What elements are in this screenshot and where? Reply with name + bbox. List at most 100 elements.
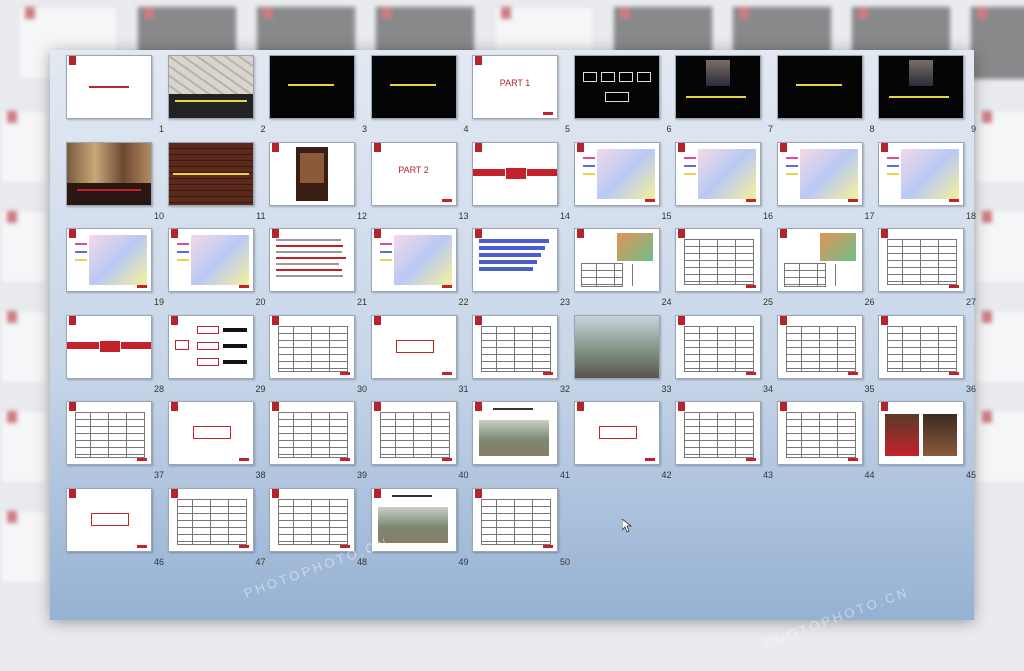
slide-thumbnail-4[interactable] (370, 55, 457, 119)
slide-thumbnail-27[interactable] (878, 228, 964, 292)
slide-thumbnail-23[interactable] (472, 228, 558, 292)
slide-thumbnail-9[interactable] (878, 55, 964, 119)
slide-number: 39 (356, 470, 367, 480)
slide-number: 1 (158, 124, 164, 134)
slide-thumbnail-32[interactable] (472, 314, 558, 379)
slide-number: 33 (661, 383, 672, 394)
slide-number: 7 (767, 124, 773, 134)
slide-thumbnail-6[interactable] (573, 55, 660, 119)
slide-number: 8 (869, 124, 875, 134)
slide-thumbnail-17[interactable] (776, 141, 863, 206)
slide-number: 44 (864, 470, 875, 480)
slide-number: 6 (666, 124, 672, 134)
slide-thumbnail-42[interactable] (573, 401, 660, 465)
slide-number: 40 (458, 470, 469, 480)
slide-thumbnail-24[interactable] (573, 228, 660, 292)
slide-thumbnail-31[interactable] (370, 314, 457, 379)
slide-number: 30 (356, 383, 367, 394)
slide-thumbnail-44[interactable] (776, 401, 863, 465)
slide-number: 38 (255, 470, 266, 480)
slide-thumbnail-40[interactable] (370, 401, 457, 465)
slide-thumbnail-47[interactable] (167, 487, 254, 552)
slide-number: 26 (864, 297, 875, 307)
slide-number: 32 (559, 383, 570, 394)
slide-number: 42 (661, 470, 672, 480)
slide-thumbnail-28[interactable] (66, 314, 152, 379)
slide-thumbnail-41[interactable] (472, 401, 558, 465)
slide-thumbnail-21[interactable] (269, 228, 355, 292)
slide-thumbnail-34[interactable] (675, 314, 761, 379)
slide-number: 34 (762, 383, 773, 394)
slide-thumbnail-11[interactable] (167, 141, 254, 206)
slide-thumbnail-43[interactable] (675, 401, 761, 465)
slide-thumbnail-36[interactable] (878, 314, 964, 379)
slide-thumbnail-15[interactable] (573, 141, 660, 206)
slide-number: 31 (458, 383, 469, 394)
slide-thumbnail-26[interactable] (776, 228, 863, 292)
slide-thumbnail-38[interactable] (167, 401, 254, 465)
slide-number: 4 (463, 124, 469, 134)
slide-thumbnail-3[interactable] (269, 55, 355, 119)
slide-thumbnail-48[interactable] (269, 487, 355, 552)
slide-number: 14 (559, 210, 570, 221)
slide-thumbnail-39[interactable] (269, 401, 355, 465)
slide-thumbnail-14[interactable] (472, 141, 558, 206)
slide-sorter-panel: 1 2 3 4 PART 1 5 6 7 8 9 10 11 12 PART 2 13 14 15 16 17 18 1… (50, 50, 976, 620)
slide-number: 25 (762, 297, 773, 307)
slide-number: 29 (255, 383, 266, 394)
slide-number: 41 (559, 470, 570, 480)
slide-thumbnail-8[interactable] (776, 55, 863, 119)
slide-number: 5 (564, 124, 570, 134)
slide-number: 23 (559, 297, 570, 307)
slide-thumbnail-13[interactable]: PART 2 (370, 141, 457, 206)
slide-thumbnail-20[interactable] (167, 228, 254, 292)
slide-number: 2 (260, 124, 266, 134)
part-title: PART 2 (398, 164, 429, 175)
slide-number: 27 (965, 297, 976, 307)
slide-number: 3 (361, 124, 367, 134)
slide-number: 45 (965, 470, 976, 480)
slide-number: 18 (965, 210, 976, 221)
slide-number: 19 (153, 297, 164, 307)
slide-number: 35 (864, 383, 875, 394)
slide-thumbnail-50[interactable] (472, 487, 558, 552)
slide-number: 37 (153, 470, 164, 480)
slide-thumbnail-1[interactable] (66, 55, 152, 119)
slide-number: 20 (255, 297, 266, 307)
slide-thumbnail-25[interactable] (675, 228, 761, 292)
slide-number: 28 (153, 383, 164, 394)
slide-number: 13 (458, 210, 469, 221)
slide-number: 46 (153, 556, 164, 567)
slide-number: 24 (661, 297, 672, 307)
slide-thumbnail-7[interactable] (675, 55, 761, 119)
part-title: PART 1 (499, 78, 531, 88)
slide-thumbnail-37[interactable] (66, 401, 152, 465)
slide-number: 22 (458, 297, 469, 307)
slide-thumbnail-2[interactable] (167, 55, 254, 119)
slide-thumbnail-33[interactable] (573, 314, 660, 379)
slide-thumbnail-46[interactable] (66, 487, 152, 552)
slide-number: 50 (559, 556, 570, 567)
slide-number: 10 (153, 210, 164, 221)
slide-thumbnail-5[interactable]: PART 1 (472, 55, 558, 119)
slide-thumbnail-19[interactable] (66, 228, 152, 292)
slide-number: 21 (356, 297, 367, 307)
slide-thumbnail-22[interactable] (370, 228, 457, 292)
slide-number: 12 (356, 210, 367, 221)
slide-thumbnail-10[interactable] (66, 141, 152, 206)
slide-number: 15 (661, 210, 672, 221)
slide-number: 36 (965, 383, 976, 394)
slide-thumbnail-29[interactable] (167, 314, 254, 379)
slide-number: 16 (762, 210, 773, 221)
slide-number: 11 (256, 210, 266, 221)
slide-thumbnail-30[interactable] (269, 314, 355, 379)
slide-thumbnail-35[interactable] (776, 314, 863, 379)
slide-number: 9 (970, 124, 976, 134)
slide-thumbnail-12[interactable] (269, 141, 355, 206)
slide-number: 43 (762, 470, 773, 480)
slide-thumbnail-45[interactable] (878, 401, 964, 465)
slide-thumbnail-16[interactable] (675, 141, 761, 206)
slide-thumbnail-18[interactable] (878, 141, 964, 206)
slide-number: 47 (255, 556, 266, 567)
slide-number: 49 (458, 556, 469, 567)
